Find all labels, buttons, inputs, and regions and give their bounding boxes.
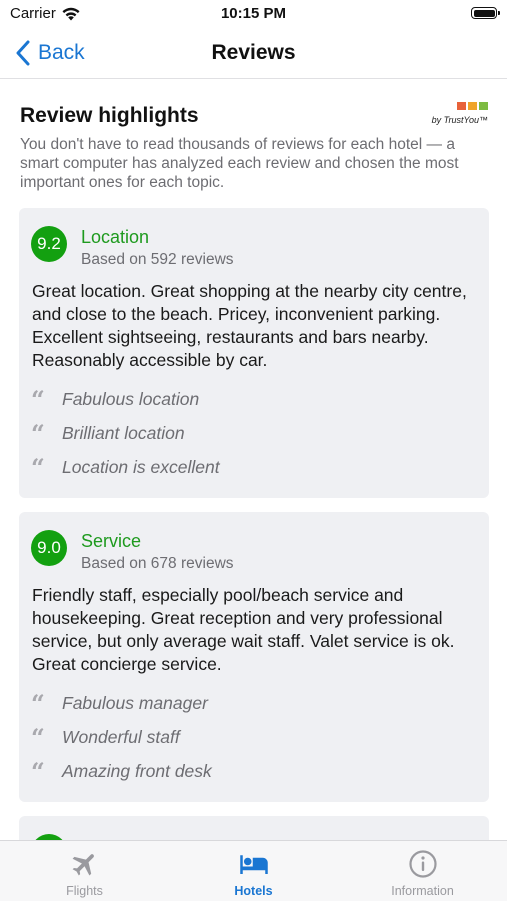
- review-card-location: 9.2 Location Based on 592 reviews Great …: [19, 208, 489, 498]
- tab-label: Flights: [66, 884, 103, 898]
- quote-text: Amazing front desk: [62, 761, 212, 781]
- quote-item: “ Location is excellent: [31, 456, 471, 490]
- quote-icon: “: [31, 757, 45, 786]
- quote-item: “ Amazing front desk: [31, 760, 471, 794]
- tab-label: Information: [391, 884, 454, 898]
- clock: 10:15 PM: [220, 5, 287, 22]
- trustyou-logo-text: by TrustYou™: [431, 115, 488, 125]
- quote-text: Fabulous location: [62, 389, 200, 409]
- bed-icon: [239, 855, 268, 874]
- quote-icon: “: [31, 419, 45, 448]
- topic-summary: Great location. Great shopping at the ne…: [32, 281, 467, 370]
- quote-list: “ Fabulous location “ Brilliant location…: [31, 388, 471, 490]
- topic-title: Service: [81, 531, 142, 551]
- info-icon: [408, 850, 437, 878]
- quote-icon: “: [31, 723, 45, 752]
- review-count: Based on 678 reviews: [81, 555, 234, 572]
- quote-icon: “: [31, 385, 45, 414]
- quote-list: “ Fabulous manager “ Wonderful staff “ A…: [31, 692, 471, 794]
- airplane-icon: [72, 854, 94, 876]
- quote-text: Brilliant location: [62, 423, 185, 443]
- trustyou-logo: by TrustYou™: [418, 102, 488, 130]
- trustyou-logo-bars: [457, 102, 488, 110]
- score-badge: 9.0: [31, 530, 67, 566]
- quote-icon: “: [31, 453, 45, 482]
- review-card-partial: [19, 816, 489, 840]
- tab-label: Hotels: [234, 884, 273, 898]
- topic-title: Location: [81, 227, 150, 247]
- score-badge: 9.2: [31, 226, 67, 262]
- tab-hotels[interactable]: Hotels: [169, 841, 338, 901]
- quote-text: Fabulous manager: [62, 693, 208, 713]
- status-bar: Carrier 10:15 PM: [0, 0, 507, 28]
- quote-item: “ Fabulous manager: [31, 692, 471, 726]
- intro-text: You don't have to read thousands of revi…: [20, 136, 459, 191]
- quote-icon: “: [31, 689, 45, 718]
- battery-icon: [471, 7, 500, 19]
- navigation-bar: Back Reviews: [0, 28, 507, 79]
- quote-text: Wonderful staff: [62, 727, 180, 747]
- topic-summary: Friendly staff, especially pool/beach se…: [32, 585, 455, 674]
- tab-flights[interactable]: Flights: [0, 841, 169, 901]
- reviews-scroll-view[interactable]: Review highlights by TrustYou™ You don't…: [0, 80, 507, 840]
- quote-text: Location is excellent: [62, 457, 220, 477]
- review-highlights-heading: Review highlights: [20, 104, 199, 127]
- quote-item: “ Fabulous location: [31, 388, 471, 422]
- review-count: Based on 592 reviews: [81, 251, 234, 268]
- tab-bar: Flights Hotels Information: [0, 840, 507, 901]
- tab-information[interactable]: Information: [338, 841, 507, 901]
- review-card-service: 9.0 Service Based on 678 reviews Friendl…: [19, 512, 489, 802]
- quote-item: “ Brilliant location: [31, 422, 471, 456]
- quote-item: “ Wonderful staff: [31, 726, 471, 760]
- page-title: Reviews: [211, 41, 296, 64]
